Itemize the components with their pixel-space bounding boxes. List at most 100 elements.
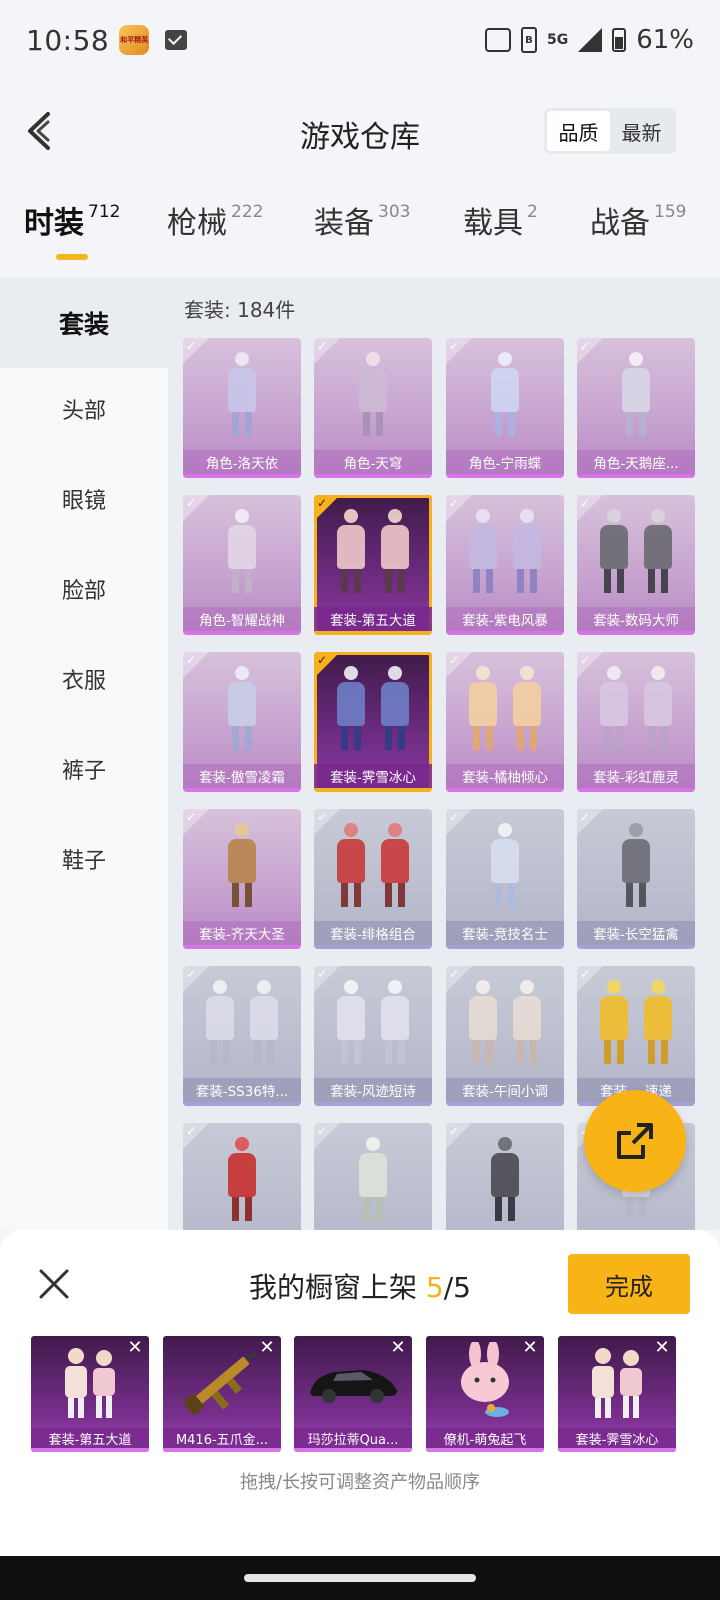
- outfit-figure: [463, 666, 503, 750]
- item-card[interactable]: ✓ 套装-风迹短诗: [314, 966, 432, 1106]
- remove-icon[interactable]: ✕: [388, 1338, 408, 1358]
- rarity-bar: [446, 945, 564, 949]
- tab-label: 装备: [314, 206, 374, 241]
- item-card[interactable]: ✓: [446, 1123, 564, 1230]
- item-card[interactable]: ✓ 套装-长空猛禽: [577, 809, 695, 949]
- item-card[interactable]: ✓: [314, 1123, 432, 1230]
- outfit-figure: [222, 666, 262, 750]
- sort-toggle[interactable]: 品质 最新: [544, 108, 676, 154]
- sidebar-item-head[interactable]: 头部: [0, 364, 168, 454]
- outfit-figure: [616, 352, 656, 436]
- share-icon: [617, 1123, 653, 1159]
- outfit-figure: [375, 980, 415, 1064]
- battery-level: 61%: [636, 25, 694, 55]
- outfit-figure: [594, 509, 634, 593]
- item-card[interactable]: ✓ 套装-紫电风暴: [446, 495, 564, 635]
- item-thumbnail: [314, 1123, 432, 1230]
- item-card[interactable]: ✓ 角色-宁雨蝶: [446, 338, 564, 478]
- rarity-bar: [183, 1102, 301, 1106]
- item-thumbnail: [183, 966, 301, 1078]
- outfit-figure: [594, 666, 634, 750]
- item-card[interactable]: ✓ 套装-数码大师: [577, 495, 695, 635]
- done-button[interactable]: 完成: [568, 1254, 690, 1314]
- sidebar-item-glasses[interactable]: 眼镜: [0, 454, 168, 544]
- item-card[interactable]: ✓ 套装-午间小调: [446, 966, 564, 1106]
- item-card[interactable]: ✓ 套装-第五大道: [314, 495, 432, 635]
- item-card[interactable]: ✓ 套装-齐天大圣: [183, 809, 301, 949]
- item-card[interactable]: ✓ 套装-霁雪冰心: [314, 652, 432, 792]
- outfit-figure: [485, 1137, 525, 1221]
- item-thumbnail: [577, 495, 695, 607]
- remove-icon[interactable]: ✕: [652, 1338, 672, 1358]
- showcase-item-name: 套装-霁雪冰心: [558, 1428, 676, 1448]
- item-grid-area: 套装: 184件 ✓ 角色-洛天依 ✓ 角色-天穹 ✓ 角色-宁雨蝶 ✓ 角色-天鹅座... ✓…: [168, 278, 720, 1230]
- remove-icon[interactable]: ✕: [257, 1338, 277, 1358]
- rarity-bar: [314, 788, 432, 792]
- tab-vehicles[interactable]: 载具 2: [463, 198, 538, 242]
- item-name: 套装-SS36特...: [183, 1078, 301, 1102]
- outfit-figure: [353, 1137, 393, 1221]
- item-card[interactable]: ✓ 套装-SS36特...: [183, 966, 301, 1106]
- tab-equipment[interactable]: 装备 303: [314, 198, 410, 242]
- item-card[interactable]: ✓ 角色-天鹅座...: [577, 338, 695, 478]
- item-card[interactable]: ✓: [183, 1123, 301, 1230]
- item-thumbnail: [577, 338, 695, 450]
- item-card[interactable]: ✓ 套装-傲雪凌霜: [183, 652, 301, 792]
- item-card[interactable]: ✓ 套装-彩虹鹿灵: [577, 652, 695, 792]
- outfit-figure: [331, 980, 371, 1064]
- share-button[interactable]: [584, 1090, 686, 1192]
- showcase-slot[interactable]: ✕ 套装-第五大道: [31, 1336, 149, 1452]
- outfit-figure: [331, 509, 371, 593]
- item-name: 套装-紫电风暴: [446, 607, 564, 631]
- rarity-bar: [446, 631, 564, 635]
- sidebar-item-pants[interactable]: 裤子: [0, 724, 168, 814]
- item-name: 套装-午间小调: [446, 1078, 564, 1102]
- outfit-figure: [222, 823, 262, 907]
- rarity-bar: [183, 631, 301, 635]
- rarity-bar: [577, 788, 695, 792]
- item-card[interactable]: ✓ 角色-洛天依: [183, 338, 301, 478]
- showcase-max-count: /5: [443, 1271, 471, 1304]
- remove-icon[interactable]: ✕: [520, 1338, 540, 1358]
- sidebar-item-suits[interactable]: 套装: [0, 278, 168, 368]
- outfit-figure: [222, 1137, 262, 1221]
- tab-combat-prep[interactable]: 战备 159: [590, 198, 686, 242]
- item-card[interactable]: ✓ 角色-天穹: [314, 338, 432, 478]
- sort-option-latest[interactable]: 最新: [610, 111, 673, 151]
- showcase-slot[interactable]: ✕ 套装-霁雪冰心: [558, 1336, 676, 1452]
- tab-label: 枪械: [167, 206, 227, 241]
- sidebar-item-face[interactable]: 脸部: [0, 544, 168, 634]
- home-gesture-handle[interactable]: [244, 1574, 476, 1582]
- signal-icon: [578, 28, 603, 52]
- rarity-bar: [31, 1448, 149, 1452]
- remove-icon[interactable]: ✕: [125, 1338, 145, 1358]
- vibrate-icon: [484, 28, 511, 52]
- item-card[interactable]: ✓套装-...速递: [577, 966, 695, 1106]
- item-thumbnail: [446, 495, 564, 607]
- item-thumbnail: [446, 809, 564, 921]
- outfit-figure: [331, 823, 371, 907]
- item-card[interactable]: ✓ 套装-橘柚倾心: [446, 652, 564, 792]
- outfit-figure: [222, 352, 262, 436]
- item-card[interactable]: ✓ 套装-竞技名士: [446, 809, 564, 949]
- sort-option-quality[interactable]: 品质: [547, 111, 610, 151]
- item-card[interactable]: ✓ 套装-绯格组合: [314, 809, 432, 949]
- showcase-slot[interactable]: ✕ M416-五爪金...: [163, 1336, 281, 1452]
- item-card[interactable]: ✓ 角色-智耀战神: [183, 495, 301, 635]
- showcase-panel: 我的橱窗上架 5/5 完成 ✕ 套装-第五大道 ✕ M416-五爪金... ✕ 玛莎拉蒂Q…: [0, 1230, 720, 1556]
- tab-fashion[interactable]: 时装 712: [24, 198, 120, 242]
- status-time: 10:58: [26, 23, 110, 57]
- system-nav-bar: [0, 1556, 720, 1600]
- sidebar-item-clothes[interactable]: 衣服: [0, 634, 168, 724]
- outfit-figure: [463, 980, 503, 1064]
- showcase-slot[interactable]: ✕ 僚机-萌兔起飞: [426, 1336, 544, 1452]
- tab-count: 303: [378, 202, 411, 222]
- tab-label: 时装: [24, 206, 84, 241]
- showcase-slot[interactable]: ✕ 玛莎拉蒂Qua...: [294, 1336, 412, 1452]
- tab-guns[interactable]: 枪械 222: [167, 198, 263, 242]
- item-name: 套装-风迹短诗: [314, 1078, 432, 1102]
- rarity-bar: [314, 1102, 432, 1106]
- item-count-label: 套装: 184件: [184, 298, 296, 322]
- item-name: 套装-第五大道: [314, 607, 432, 631]
- sidebar-item-shoes[interactable]: 鞋子: [0, 814, 168, 904]
